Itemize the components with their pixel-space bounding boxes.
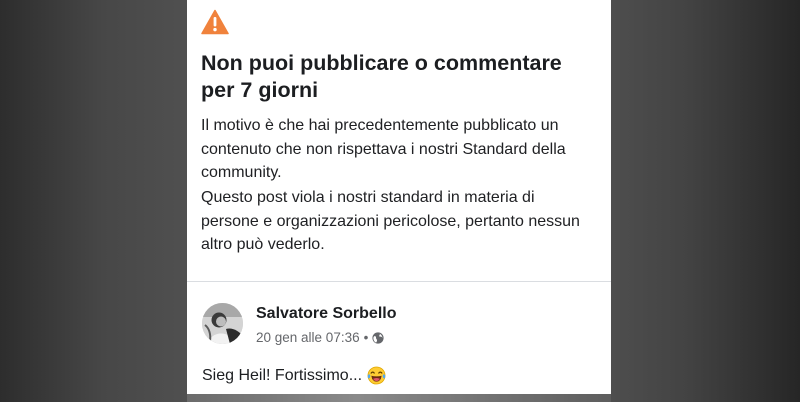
tears-of-joy-emoji (367, 366, 386, 385)
next-content-peek (187, 394, 611, 402)
post-meta: 20 gen alle 07:36 • (256, 330, 384, 345)
notice-title: Non puoi pubblicare o commentare per 7 g… (201, 51, 562, 102)
notice-reason-text: Il motivo è che hai precedentemente pubb… (201, 117, 566, 181)
post-text-line: Sieg Heil! Fortissimo... (202, 366, 386, 385)
notice-screen: Non puoi pubblicare o commentare per 7 g… (187, 0, 611, 402)
background-left (0, 0, 187, 402)
globe-icon (372, 331, 384, 344)
post-text: Sieg Heil! Fortissimo... (202, 366, 363, 384)
notice-violation-text: Questo post viola i nostri standard in m… (201, 189, 580, 253)
post-author-name[interactable]: Salvatore Sorbello (256, 305, 397, 323)
avatar-photo (202, 303, 243, 344)
background-right (611, 0, 800, 402)
section-divider (187, 281, 611, 282)
meta-separator: • (363, 330, 369, 345)
warning-triangle-icon (201, 9, 229, 35)
avatar[interactable] (202, 303, 243, 344)
post-timestamp[interactable]: 20 gen alle 07:36 (256, 330, 360, 345)
